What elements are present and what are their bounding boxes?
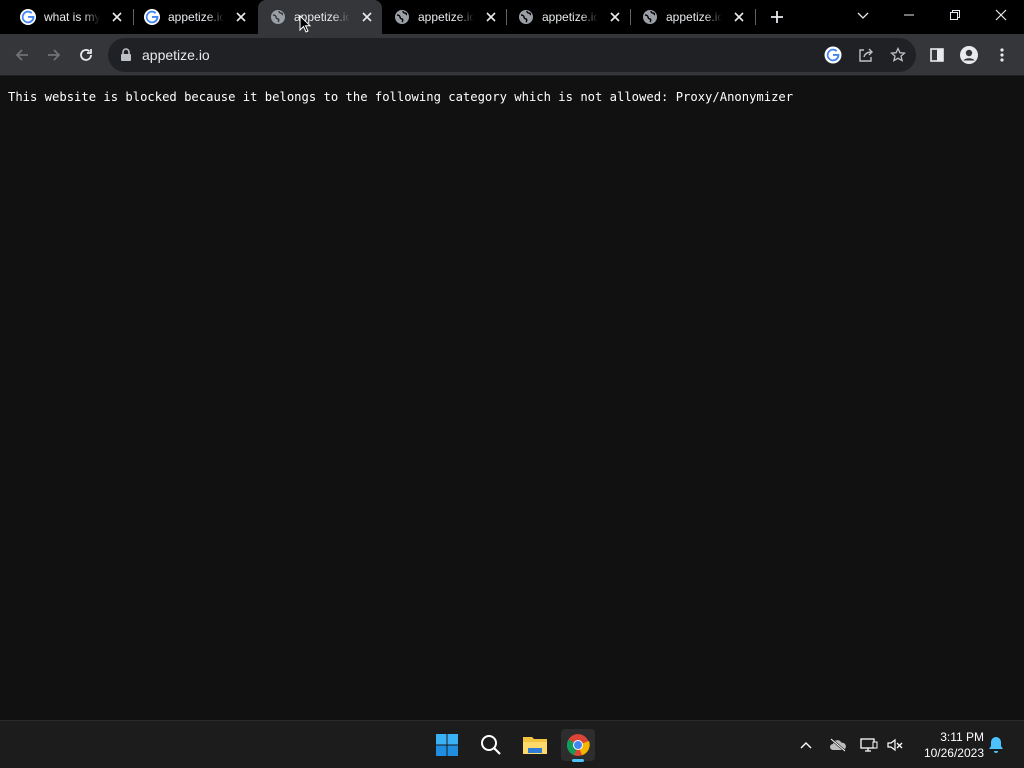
address-bar[interactable]: appetize.io bbox=[108, 38, 916, 72]
show-hidden-icons-button[interactable] bbox=[796, 735, 816, 755]
chevron-down-icon bbox=[857, 12, 869, 19]
close-icon[interactable] bbox=[234, 10, 248, 24]
taskbar-clock[interactable]: 3:11 PM 10/26/2023 bbox=[914, 729, 984, 761]
close-icon[interactable] bbox=[732, 10, 746, 24]
tab-2[interactable]: appetize.io bbox=[132, 0, 256, 34]
minimize-button[interactable] bbox=[886, 0, 932, 30]
reload-button[interactable] bbox=[72, 41, 100, 69]
menu-button[interactable] bbox=[988, 41, 1016, 69]
chevron-up-icon bbox=[800, 742, 812, 749]
globe-icon bbox=[395, 10, 409, 24]
forward-button[interactable] bbox=[40, 41, 68, 69]
close-icon[interactable] bbox=[484, 10, 498, 24]
tab-5[interactable]: appetize.io bbox=[506, 0, 630, 34]
side-panel-button[interactable] bbox=[923, 41, 951, 69]
close-icon[interactable] bbox=[608, 10, 622, 24]
back-button[interactable] bbox=[8, 41, 36, 69]
kebab-menu-icon bbox=[1000, 48, 1004, 62]
taskbar-search-button[interactable] bbox=[474, 729, 508, 761]
tab-3-active[interactable]: appetize.io bbox=[258, 0, 382, 34]
network-icon bbox=[860, 738, 878, 752]
close-icon bbox=[995, 9, 1007, 21]
close-icon[interactable] bbox=[110, 10, 124, 24]
restore-icon bbox=[950, 10, 960, 20]
mouse-cursor-icon bbox=[299, 15, 311, 33]
share-icon bbox=[859, 48, 873, 62]
tab-4[interactable]: appetize.io bbox=[382, 0, 506, 34]
globe-icon bbox=[643, 10, 657, 24]
tab-1[interactable]: what is my bbox=[8, 0, 132, 34]
restore-button[interactable] bbox=[932, 0, 978, 30]
tab-title: appetize.io bbox=[418, 10, 474, 24]
bell-icon bbox=[989, 737, 1003, 753]
clock-date: 10/26/2023 bbox=[923, 746, 984, 760]
active-app-indicator bbox=[572, 759, 584, 762]
side-panel-icon bbox=[930, 48, 944, 62]
tab-title: what is my bbox=[44, 10, 100, 24]
star-icon bbox=[890, 47, 906, 62]
file-explorer-icon bbox=[523, 737, 547, 754]
windows-start-icon bbox=[436, 734, 458, 756]
close-icon[interactable] bbox=[360, 10, 374, 24]
chrome-icon bbox=[566, 734, 590, 756]
network-button[interactable] bbox=[859, 735, 879, 755]
globe-icon bbox=[519, 10, 533, 24]
google-lens-button[interactable] bbox=[824, 46, 842, 64]
close-window-button[interactable] bbox=[978, 0, 1024, 30]
windows-start-button[interactable] bbox=[430, 729, 464, 761]
new-tab-button[interactable] bbox=[760, 2, 794, 32]
page-content: This website is blocked because it belon… bbox=[0, 77, 1024, 720]
clock-time: 3:11 PM bbox=[940, 730, 984, 744]
tab-separator bbox=[755, 9, 756, 25]
volume-muted-icon bbox=[887, 738, 903, 752]
chrome-taskbar-button[interactable] bbox=[561, 729, 595, 762]
tab-title: appetize.io bbox=[168, 10, 224, 24]
blocked-message: This website is blocked because it belon… bbox=[8, 90, 794, 104]
tab-title: appetize.io bbox=[542, 10, 598, 24]
tab-6[interactable]: appetize.io bbox=[630, 0, 754, 34]
minimize-icon bbox=[904, 14, 914, 16]
profile-button[interactable] bbox=[955, 41, 983, 69]
volume-button[interactable] bbox=[885, 735, 905, 755]
tab-title: appetize.io bbox=[666, 10, 722, 24]
arrow-right-icon bbox=[48, 49, 61, 61]
notifications-button[interactable] bbox=[986, 735, 1006, 755]
cloud-offline-icon bbox=[830, 738, 846, 752]
tab-strip: what is my appetize.io appetize.io appet… bbox=[0, 0, 1024, 34]
arrow-left-icon bbox=[15, 49, 28, 61]
reload-icon bbox=[80, 49, 92, 61]
tab-search-button[interactable] bbox=[840, 0, 886, 30]
lock-icon[interactable] bbox=[120, 48, 132, 62]
google-icon bbox=[144, 9, 160, 25]
share-button[interactable] bbox=[857, 46, 875, 64]
url-text[interactable]: appetize.io bbox=[142, 47, 210, 63]
onedrive-button[interactable] bbox=[828, 735, 848, 755]
file-explorer-button[interactable] bbox=[518, 729, 552, 761]
plus-icon bbox=[771, 11, 783, 23]
bookmark-button[interactable] bbox=[889, 46, 907, 64]
taskbar: 3:11 PM 10/26/2023 bbox=[0, 720, 1024, 768]
profile-icon bbox=[960, 46, 978, 64]
search-icon bbox=[481, 735, 501, 755]
google-icon bbox=[20, 9, 36, 25]
google-icon bbox=[824, 46, 842, 64]
globe-icon bbox=[271, 10, 285, 24]
